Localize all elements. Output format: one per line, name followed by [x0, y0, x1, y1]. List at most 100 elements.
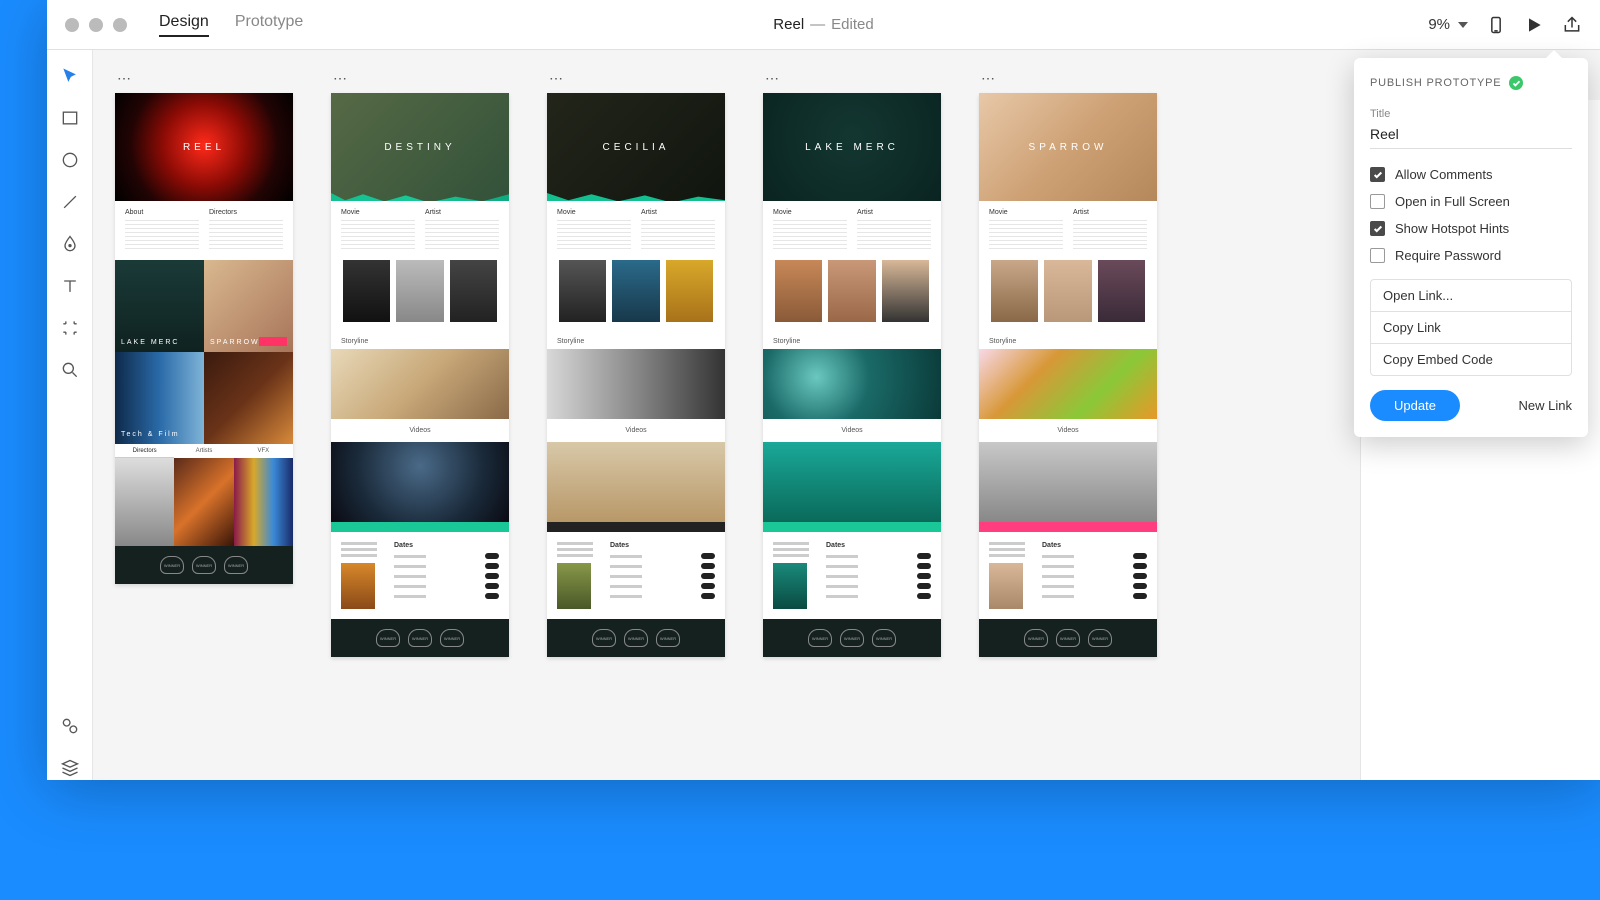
artboard-handle-icon[interactable]: ⋯ [979, 68, 1157, 93]
new-link-button[interactable]: New Link [1519, 398, 1572, 413]
award-badge: WINNER [408, 629, 432, 647]
tab-prototype[interactable]: Prototype [235, 13, 303, 37]
minimize-window-icon[interactable] [89, 18, 103, 32]
checkbox-icon [1370, 194, 1385, 209]
award-badge: WINNER [1024, 629, 1048, 647]
share-icon[interactable] [1562, 15, 1582, 35]
window-controls [65, 18, 127, 32]
close-window-icon[interactable] [65, 18, 79, 32]
section-label: Videos [547, 419, 725, 442]
doc-status: Edited [831, 16, 874, 33]
section-label: Storyline [547, 332, 725, 349]
doc-sep: — [810, 16, 825, 33]
artboard-handle-icon[interactable]: ⋯ [331, 68, 509, 93]
dates-heading: Dates [394, 542, 499, 549]
award-badge: WINNER [1056, 629, 1080, 647]
tile-label: SPARROW [210, 339, 260, 346]
titlebar: Design Prototype Reel — Edited 9% [47, 0, 1600, 50]
device-preview-icon[interactable] [1486, 15, 1506, 35]
subtab: VFX [234, 444, 293, 458]
checkbox-checked-icon [1370, 221, 1385, 236]
col-heading: Artist [641, 209, 715, 216]
artboard-handle-icon[interactable]: ⋯ [547, 68, 725, 93]
award-badge: WINNER [192, 556, 216, 574]
doc-name: Reel [773, 16, 804, 33]
subtab: Directors [115, 444, 174, 458]
col-heading: Movie [557, 209, 631, 216]
col-heading: Movie [989, 209, 1063, 216]
col-heading: About [125, 209, 199, 216]
artboard-cecilia[interactable]: ⋯ CECILIA Movie Artist Storyline Videos D… [547, 68, 725, 657]
copy-embed-button[interactable]: Copy Embed Code [1371, 344, 1571, 375]
hero-title: SPARROW [1029, 142, 1108, 153]
copy-link-button[interactable]: Copy Link [1371, 312, 1571, 344]
artboard-tool-icon[interactable] [58, 316, 82, 340]
dates-heading: Dates [610, 542, 715, 549]
update-button[interactable]: Update [1370, 390, 1460, 421]
col-heading: Artist [857, 209, 931, 216]
award-badge: WINNER [808, 629, 832, 647]
title-label: Title [1370, 108, 1572, 120]
pen-tool-icon[interactable] [58, 232, 82, 256]
col-heading: Movie [773, 209, 847, 216]
text-tool-icon[interactable] [58, 274, 82, 298]
artboard-reel[interactable]: ⋯ REEL About Directors LAKE MERC SPARROW… [115, 68, 293, 657]
document-title: Reel — Edited [773, 16, 873, 33]
dates-heading: Dates [826, 542, 931, 549]
require-password-checkbox[interactable]: Require Password [1370, 248, 1572, 263]
zoom-tool-icon[interactable] [58, 358, 82, 382]
artboard-handle-icon[interactable]: ⋯ [763, 68, 941, 93]
tile-label: Tech & Film [121, 431, 180, 438]
award-badge: WINNER [656, 629, 680, 647]
ellipse-tool-icon[interactable] [58, 148, 82, 172]
dates-heading: Dates [1042, 542, 1147, 549]
rectangle-tool-icon[interactable] [58, 106, 82, 130]
artboard-sparrow[interactable]: ⋯ SPARROW MovieArtist Storyline Videos D… [979, 68, 1157, 657]
tool-column [47, 50, 93, 780]
select-tool-icon[interactable] [58, 64, 82, 88]
col-heading: Artist [425, 209, 499, 216]
subtab: Artists [174, 444, 233, 458]
assets-panel-icon[interactable] [58, 714, 82, 738]
zoom-dropdown[interactable]: 9% [1428, 16, 1468, 33]
artboard-handle-icon[interactable]: ⋯ [115, 68, 293, 93]
artboard-destiny[interactable]: ⋯ DESTINY MovieArtist Storyline Videos D… [331, 68, 509, 657]
publish-popover: PUBLISH PROTOTYPE Title Allow Comments O… [1354, 58, 1588, 437]
hero-title: DESTINY [384, 142, 455, 153]
app-window: Design Prototype Reel — Edited 9% [47, 0, 1600, 780]
fullscreen-checkbox[interactable]: Open in Full Screen [1370, 194, 1572, 209]
col-heading: Artist [1073, 209, 1147, 216]
section-label: Videos [763, 419, 941, 442]
award-badge: WINNER [840, 629, 864, 647]
award-badge: WINNER [376, 629, 400, 647]
allow-comments-checkbox[interactable]: Allow Comments [1370, 167, 1572, 182]
tile-label: LAKE MERC [121, 339, 179, 346]
section-label: Videos [331, 419, 509, 442]
hotspot-hints-checkbox[interactable]: Show Hotspot Hints [1370, 221, 1572, 236]
mode-tabs: Design Prototype [159, 13, 303, 37]
tab-design[interactable]: Design [159, 13, 209, 37]
hero-title: CECILIA [603, 142, 670, 153]
award-badge: WINNER [592, 629, 616, 647]
open-link-button[interactable]: Open Link... [1371, 280, 1571, 312]
artboard-lakemerc[interactable]: ⋯ LAKE MERC MovieArtist Storyline Videos… [763, 68, 941, 657]
section-label: Storyline [763, 332, 941, 349]
award-badge: WINNER [624, 629, 648, 647]
award-badge: WINNER [160, 556, 184, 574]
maximize-window-icon[interactable] [113, 18, 127, 32]
section-label: Storyline [979, 332, 1157, 349]
popover-heading: PUBLISH PROTOTYPE [1370, 76, 1572, 90]
chevron-down-icon [1458, 22, 1468, 28]
link-actions: Open Link... Copy Link Copy Embed Code [1370, 279, 1572, 376]
checkbox-icon [1370, 248, 1385, 263]
col-heading: Directors [209, 209, 283, 216]
col-heading: Movie [341, 209, 415, 216]
play-icon[interactable] [1524, 15, 1544, 35]
hero-title: REEL [183, 142, 225, 153]
award-badge: WINNER [440, 629, 464, 647]
line-tool-icon[interactable] [58, 190, 82, 214]
title-input[interactable] [1370, 124, 1572, 149]
award-badge: WINNER [1088, 629, 1112, 647]
award-badge: WINNER [872, 629, 896, 647]
layers-panel-icon[interactable] [58, 756, 82, 780]
